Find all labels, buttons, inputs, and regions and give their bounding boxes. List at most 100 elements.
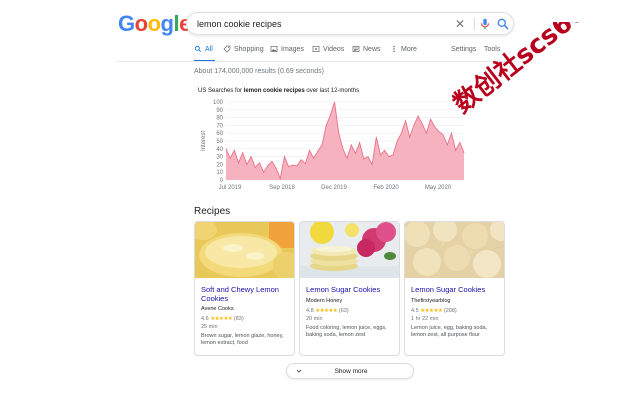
y-tick-label: 20 — [216, 162, 223, 168]
recipe-rating: 4.5 ★★★★★ (208) — [411, 308, 457, 315]
show-more-button[interactable]: Show more — [286, 363, 414, 379]
review-count: (208) — [443, 308, 457, 314]
data-point — [263, 171, 264, 173]
tab-label: Images — [281, 46, 304, 53]
search-interest-chart: 0102030405060708090100InterestJul 2019 Se… — [201, 100, 465, 191]
data-point — [309, 150, 310, 151]
data-point — [288, 166, 289, 168]
data-point — [438, 131, 440, 132]
data-point — [401, 132, 402, 134]
logo-letter: o — [147, 11, 161, 36]
newspaper-icon — [352, 46, 360, 52]
recipe-ingredients: Brown sugar, lemon glaze, honey, lemon e… — [201, 333, 284, 346]
data-point — [313, 157, 315, 159]
logo-letter: G — [118, 11, 135, 36]
data-point — [380, 154, 381, 156]
data-point — [409, 136, 411, 138]
google-logo[interactable]: Google — [118, 12, 191, 36]
data-point — [296, 165, 298, 167]
magnifier-icon — [194, 45, 201, 52]
data-point — [396, 140, 398, 142]
data-point — [355, 153, 356, 154]
data-point — [321, 144, 323, 146]
chart-title-query: lemon cookie recipes — [243, 88, 305, 94]
y-tick-label: 10 — [216, 170, 223, 176]
tab-label: All — [205, 46, 213, 53]
review-count: (63) — [338, 308, 349, 314]
data-point — [463, 152, 465, 154]
x-tick-label: Jul 2019 — [219, 185, 242, 191]
data-point — [238, 162, 239, 164]
rating-value: 4.8 — [306, 308, 314, 314]
recipe-image — [195, 222, 294, 278]
star-rating-icon: ★★★★★ — [210, 316, 233, 322]
data-point — [259, 162, 260, 164]
recipe-rating: 4.6 ★★★★★ (83) — [201, 316, 244, 323]
recipe-card[interactable]: Lemon Sugar Cookies Modern Honey 4.8 ★★★… — [299, 221, 400, 356]
data-point — [417, 115, 419, 117]
tab-shopping[interactable]: Shopping — [223, 45, 264, 62]
data-point — [359, 142, 360, 143]
image-icon — [270, 46, 278, 52]
data-point — [421, 123, 423, 125]
recipe-card[interactable]: Soft and Chewy Lemon Cookies Averie Cook… — [194, 221, 295, 356]
tab-all[interactable]: All — [194, 45, 215, 62]
recipe-title[interactable]: Lemon Sugar Cookies — [411, 285, 501, 294]
logo-letter: o — [134, 11, 148, 36]
recipe-source: Thefirstyearblog — [411, 298, 451, 304]
data-point — [346, 157, 348, 159]
rating-value: 4.5 — [411, 308, 419, 314]
recipe-title[interactable]: Lemon Sugar Cookies — [306, 285, 396, 294]
chart-title-suffix: over last 12-months — [304, 88, 360, 94]
play-icon — [312, 46, 320, 52]
data-point — [279, 178, 281, 179]
tag-icon — [223, 45, 231, 53]
data-point — [371, 164, 373, 165]
data-point — [330, 114, 331, 116]
data-point — [267, 165, 269, 167]
data-point — [271, 160, 273, 162]
y-tick-label: 0 — [220, 178, 224, 184]
data-point — [229, 157, 231, 159]
search-input[interactable] — [197, 16, 447, 32]
data-point — [325, 125, 327, 126]
data-point — [284, 156, 285, 157]
recipe-card[interactable]: Lemon Sugar Cookies Thefirstyearblog 4.5… — [404, 221, 505, 356]
data-point — [334, 101, 335, 103]
tab-images[interactable]: Images — [270, 45, 304, 62]
data-point — [300, 159, 302, 161]
data-point — [367, 156, 369, 157]
cookie-photo — [195, 222, 294, 278]
recipe-time: 20 min — [306, 316, 323, 322]
y-tick-label: 40 — [216, 147, 223, 153]
kebab-icon — [393, 45, 395, 53]
data-point — [434, 126, 436, 128]
recipe-title[interactable]: Soft and Chewy Lemon Cookies — [201, 285, 291, 303]
tab-news[interactable]: News — [352, 45, 381, 62]
data-point — [338, 132, 340, 134]
rating-value: 4.6 — [201, 316, 209, 322]
tab-videos[interactable]: Videos — [312, 45, 344, 62]
recipes-heading: Recipes — [194, 206, 231, 217]
x-tick-label: May 2020 — [425, 185, 452, 191]
y-tick-label: 70 — [216, 123, 223, 129]
data-point — [375, 136, 377, 138]
data-point — [234, 150, 235, 151]
x-tick-label: Dec 2019 — [321, 185, 347, 191]
data-point — [254, 167, 256, 168]
logo-letter: g — [160, 11, 174, 36]
recipe-ingredients: Lemon juice, egg, baking soda, lemon zes… — [411, 325, 488, 338]
data-point — [446, 144, 448, 146]
tab-more[interactable]: More — [390, 45, 417, 62]
x-tick-label: Feb 2020 — [373, 185, 399, 191]
data-point — [225, 148, 227, 150]
recipe-image — [300, 222, 399, 278]
star-rating-icon: ★★★★★ — [315, 308, 338, 314]
data-point — [350, 144, 352, 146]
data-point — [430, 118, 431, 120]
data-point — [304, 163, 306, 164]
y-tick-label: 90 — [216, 108, 223, 114]
result-stats: About 174,000,000 results (0.69 seconds) — [194, 68, 324, 75]
recipe-time: 25 min — [201, 324, 218, 330]
y-tick-label: 50 — [216, 139, 223, 145]
